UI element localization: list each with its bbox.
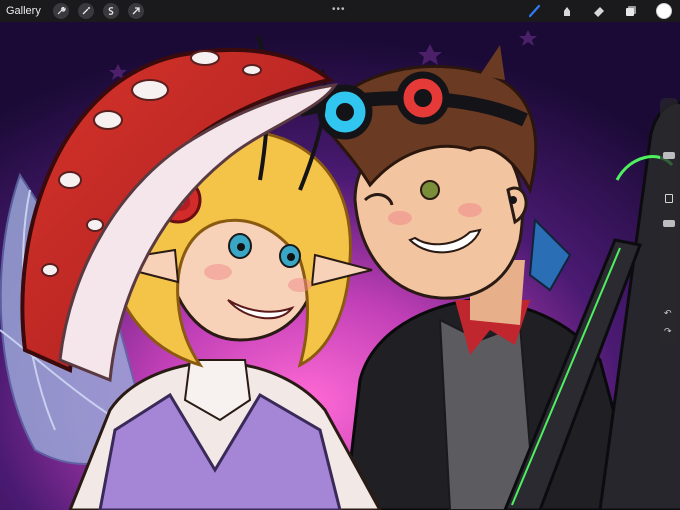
actions-button[interactable] xyxy=(52,3,69,19)
gallery-button[interactable]: Gallery xyxy=(6,5,41,17)
wrench-icon xyxy=(57,7,66,15)
brush-sidebar: ↶ ↷ xyxy=(660,98,678,344)
right-tools xyxy=(528,0,672,22)
brush-size-slider[interactable] xyxy=(663,152,675,159)
transform-arrow-icon xyxy=(132,7,140,15)
selection-icon xyxy=(108,7,114,15)
drawing-canvas[interactable] xyxy=(0,22,680,510)
magic-wand-icon xyxy=(82,7,90,15)
redo-icon[interactable]: ↷ xyxy=(664,326,672,337)
adjustments-button[interactable] xyxy=(77,3,94,19)
canvas-grip-handle[interactable]: ••• xyxy=(332,4,346,15)
layers-icon[interactable] xyxy=(624,4,638,18)
selection-button[interactable] xyxy=(102,3,119,19)
undo-icon[interactable]: ↶ xyxy=(664,308,672,319)
modify-button[interactable] xyxy=(665,194,673,203)
transform-button[interactable] xyxy=(127,3,144,19)
brush-icon[interactable] xyxy=(528,4,542,18)
color-swatch[interactable] xyxy=(656,3,672,19)
procreate-app: Gallery ••• ↶ ↷ xyxy=(0,0,680,510)
opacity-slider[interactable] xyxy=(663,220,675,227)
artwork xyxy=(0,22,680,510)
eraser-icon[interactable] xyxy=(592,4,606,18)
smudge-icon[interactable] xyxy=(560,4,574,18)
top-toolbar: Gallery ••• xyxy=(0,0,680,22)
